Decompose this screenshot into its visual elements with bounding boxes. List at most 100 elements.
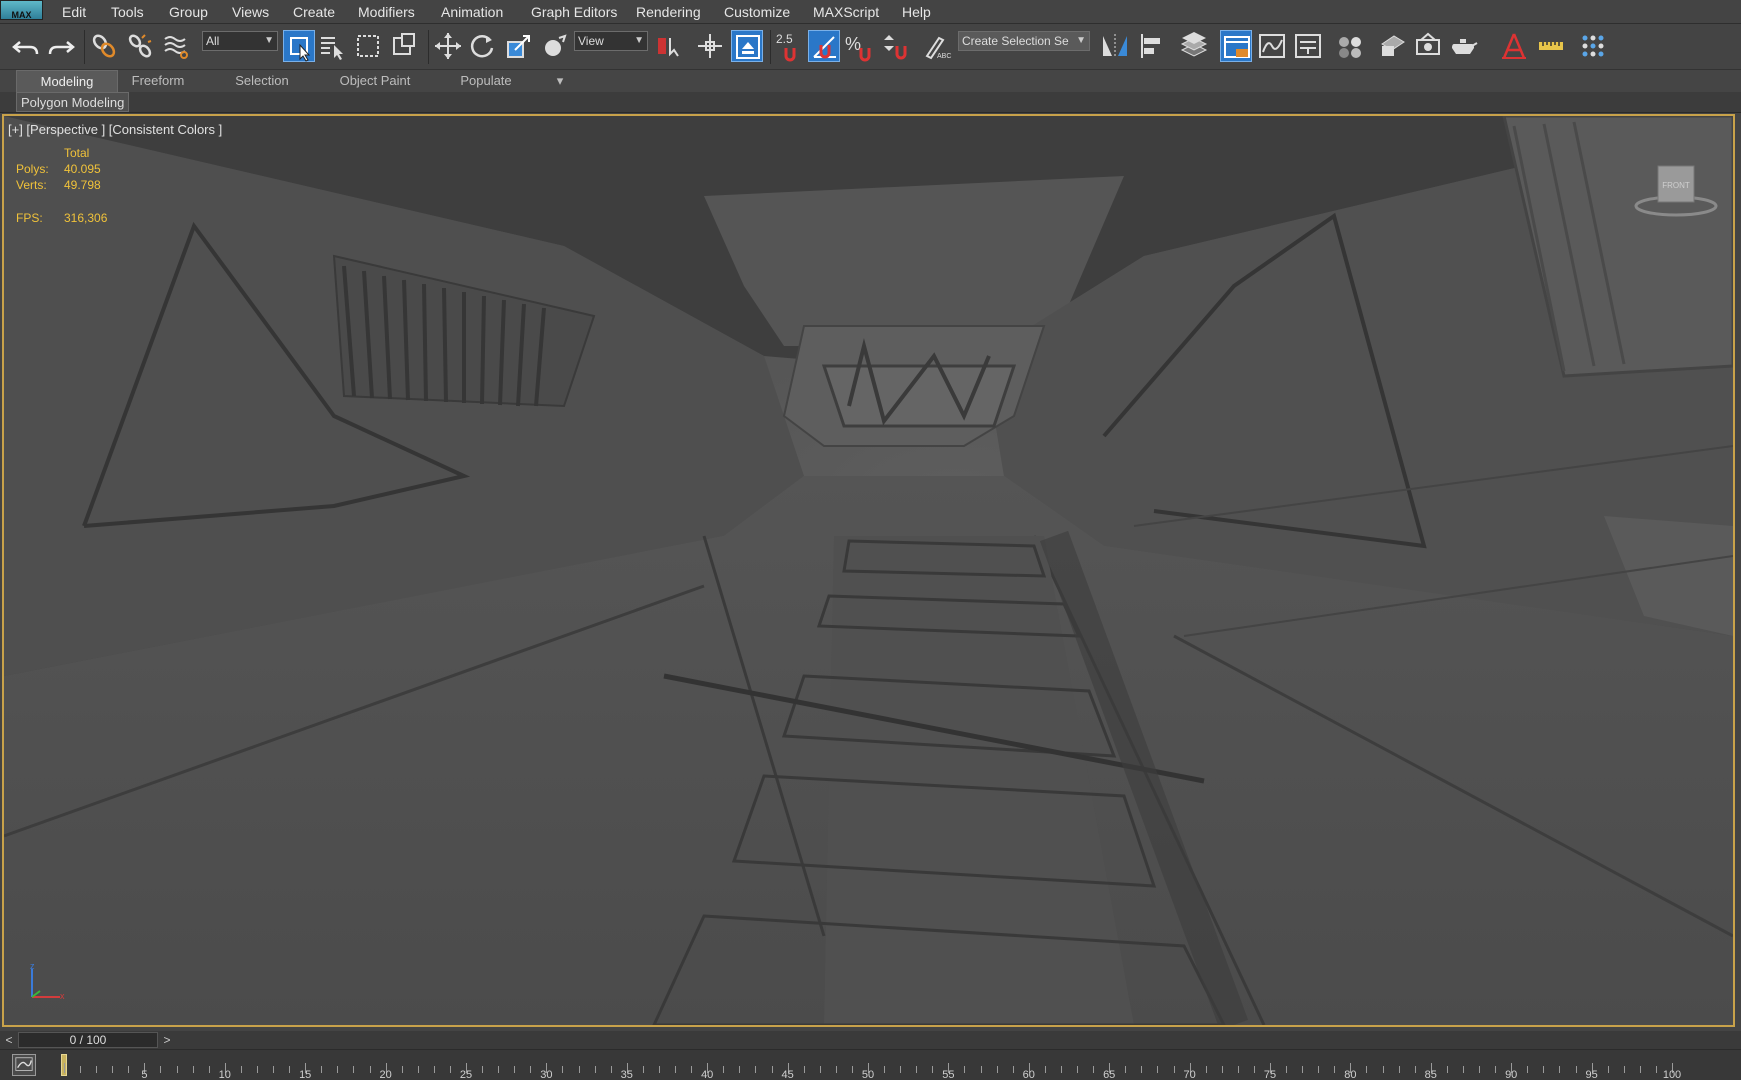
time-slider[interactable]: < 0 / 100 > [0,1031,1741,1049]
tab-freeform[interactable]: Freeform [118,70,198,92]
rect-selection-region-icon[interactable] [352,30,384,62]
timeline-tick [1221,1066,1223,1073]
select-by-name-icon[interactable] [316,30,348,62]
select-move-icon[interactable] [432,30,464,62]
render-setup-icon[interactable] [1376,30,1408,62]
pivot-icon[interactable] [694,30,726,62]
next-frame-button[interactable]: > [160,1032,174,1048]
tab-populate[interactable]: Populate [446,70,526,92]
angle-snap-icon[interactable] [808,30,840,62]
menu-tools[interactable]: Tools [111,4,144,20]
unlink-icon[interactable] [124,30,156,62]
menu-create[interactable]: Create [293,4,335,20]
select-rotate-icon[interactable] [466,30,498,62]
open-mini-curve-editor-icon[interactable] [12,1054,36,1076]
menu-rendering[interactable]: Rendering [636,4,701,20]
timeline-tick [1286,1066,1288,1073]
timeline-tick [273,1066,275,1073]
perspective-viewport[interactable]: [+] [Perspective ] [Consistent Colors ] … [2,114,1735,1027]
material-editor-icon[interactable] [1334,30,1366,62]
timeline-tick-label: 95 [1585,1069,1598,1080]
timeline-tick [208,1066,210,1073]
undo-icon[interactable] [10,30,42,62]
prev-frame-button[interactable]: < [2,1032,16,1048]
timeline-tick [562,1066,564,1073]
svg-text:ABC: ABC [937,53,951,60]
max-app-button[interactable]: MAX [0,0,43,20]
timeline-tick-label: 45 [781,1069,794,1080]
timeline-tick-label: 70 [1183,1069,1196,1080]
menu-graph-editors[interactable]: Graph Editors [531,4,617,20]
time-slider-thumb[interactable]: 0 / 100 [18,1032,158,1048]
timeline-tick-label: 100 [1662,1069,1682,1080]
timeline-ruler[interactable]: 5 10 15 20 25 30 35 40 45 50 55 60 65 70 75 80 85 90 95 100 [60,1050,1682,1080]
chevron-down-icon: ▼ [634,35,644,46]
keyboard-shortcut-override-icon[interactable] [731,30,763,62]
select-object-icon[interactable] [283,30,315,62]
rendered-frame-window-icon[interactable] [1412,30,1444,62]
scene-explorer-icon[interactable] [1220,30,1252,62]
timeline-tick-label: 60 [1022,1069,1035,1080]
ribbon-options-icon[interactable]: ▾ [545,70,575,92]
menu-customize[interactable]: Customize [724,4,790,20]
menu-help[interactable]: Help [902,4,931,20]
stats-polys-label: Polys: [16,162,49,176]
render-production-icon[interactable] [1448,30,1480,62]
timeline-tick [803,1066,805,1073]
percent-snap-icon[interactable]: % [843,30,875,62]
menu-views[interactable]: Views [232,4,269,20]
schematic-view-icon[interactable] [1292,30,1324,62]
reference-coord-dropdown[interactable]: View ▼ [574,31,648,51]
menu-group[interactable]: Group [169,4,208,20]
timeline-tick [1302,1066,1304,1073]
menu-animation[interactable]: Animation [441,4,503,20]
menu-maxscript[interactable]: MAXScript [813,4,879,20]
timeline-tick [675,1066,677,1073]
selection-lock-icon[interactable] [652,30,684,62]
mirror-icon[interactable] [1099,30,1131,62]
timeline-tick [916,1066,918,1073]
tab-modeling[interactable]: Modeling [16,70,118,92]
timeline-tick-label: 90 [1505,1069,1518,1080]
spinner-snap-icon[interactable] [879,30,911,62]
particle-icon[interactable] [1577,30,1609,62]
axis-tripod: z x [24,961,68,1005]
tab-selection[interactable]: Selection [222,70,302,92]
link-icon[interactable] [88,30,120,62]
curve-editor-icon[interactable] [1256,30,1288,62]
polygon-modeling-panel[interactable]: Polygon Modeling [16,92,130,112]
timeline-tick [289,1066,291,1073]
bind-space-warp-icon[interactable] [160,30,192,62]
layer-manager-icon[interactable] [1178,30,1210,62]
snaps-toggle-icon[interactable]: 2.5 [774,30,806,62]
civil-view-icon[interactable] [1498,30,1530,62]
menu-edit[interactable]: Edit [62,4,86,20]
named-selection-sets-value: Create Selection Se [962,34,1069,48]
timeline-tick [1559,1066,1561,1073]
viewport-label[interactable]: [+] [Perspective ] [Consistent Colors ] [8,122,222,137]
edit-named-selection-icon[interactable]: ABC [921,30,953,62]
toolbar-separator [84,30,85,64]
menu-modifiers[interactable]: Modifiers [358,4,415,20]
timeline-tick [1655,1066,1657,1073]
selection-filter-dropdown[interactable]: All ▼ [202,31,278,51]
measure-icon[interactable] [1535,30,1567,62]
timeline-tick [176,1066,178,1073]
select-place-icon[interactable] [539,30,571,62]
timeline-tick-label: 5 [141,1069,148,1080]
select-scale-icon[interactable] [503,30,535,62]
timeline-tick [723,1066,725,1073]
align-icon[interactable] [1136,30,1168,62]
timeline-tick [1205,1066,1207,1073]
named-selection-sets-input[interactable]: Create Selection Se ▼ [958,31,1090,51]
viewcube[interactable]: FRONT [1634,156,1718,222]
reference-coord-value: View [578,34,604,48]
window-crossing-icon[interactable] [388,30,420,62]
timeline-tick [642,1066,644,1073]
timeline-tick-label: 85 [1424,1069,1437,1080]
redo-icon[interactable] [45,30,77,62]
tab-object-paint[interactable]: Object Paint [330,70,420,92]
timeline-tick [1446,1066,1448,1073]
timeline-tick [1398,1066,1400,1073]
timeline-tick [739,1066,741,1073]
